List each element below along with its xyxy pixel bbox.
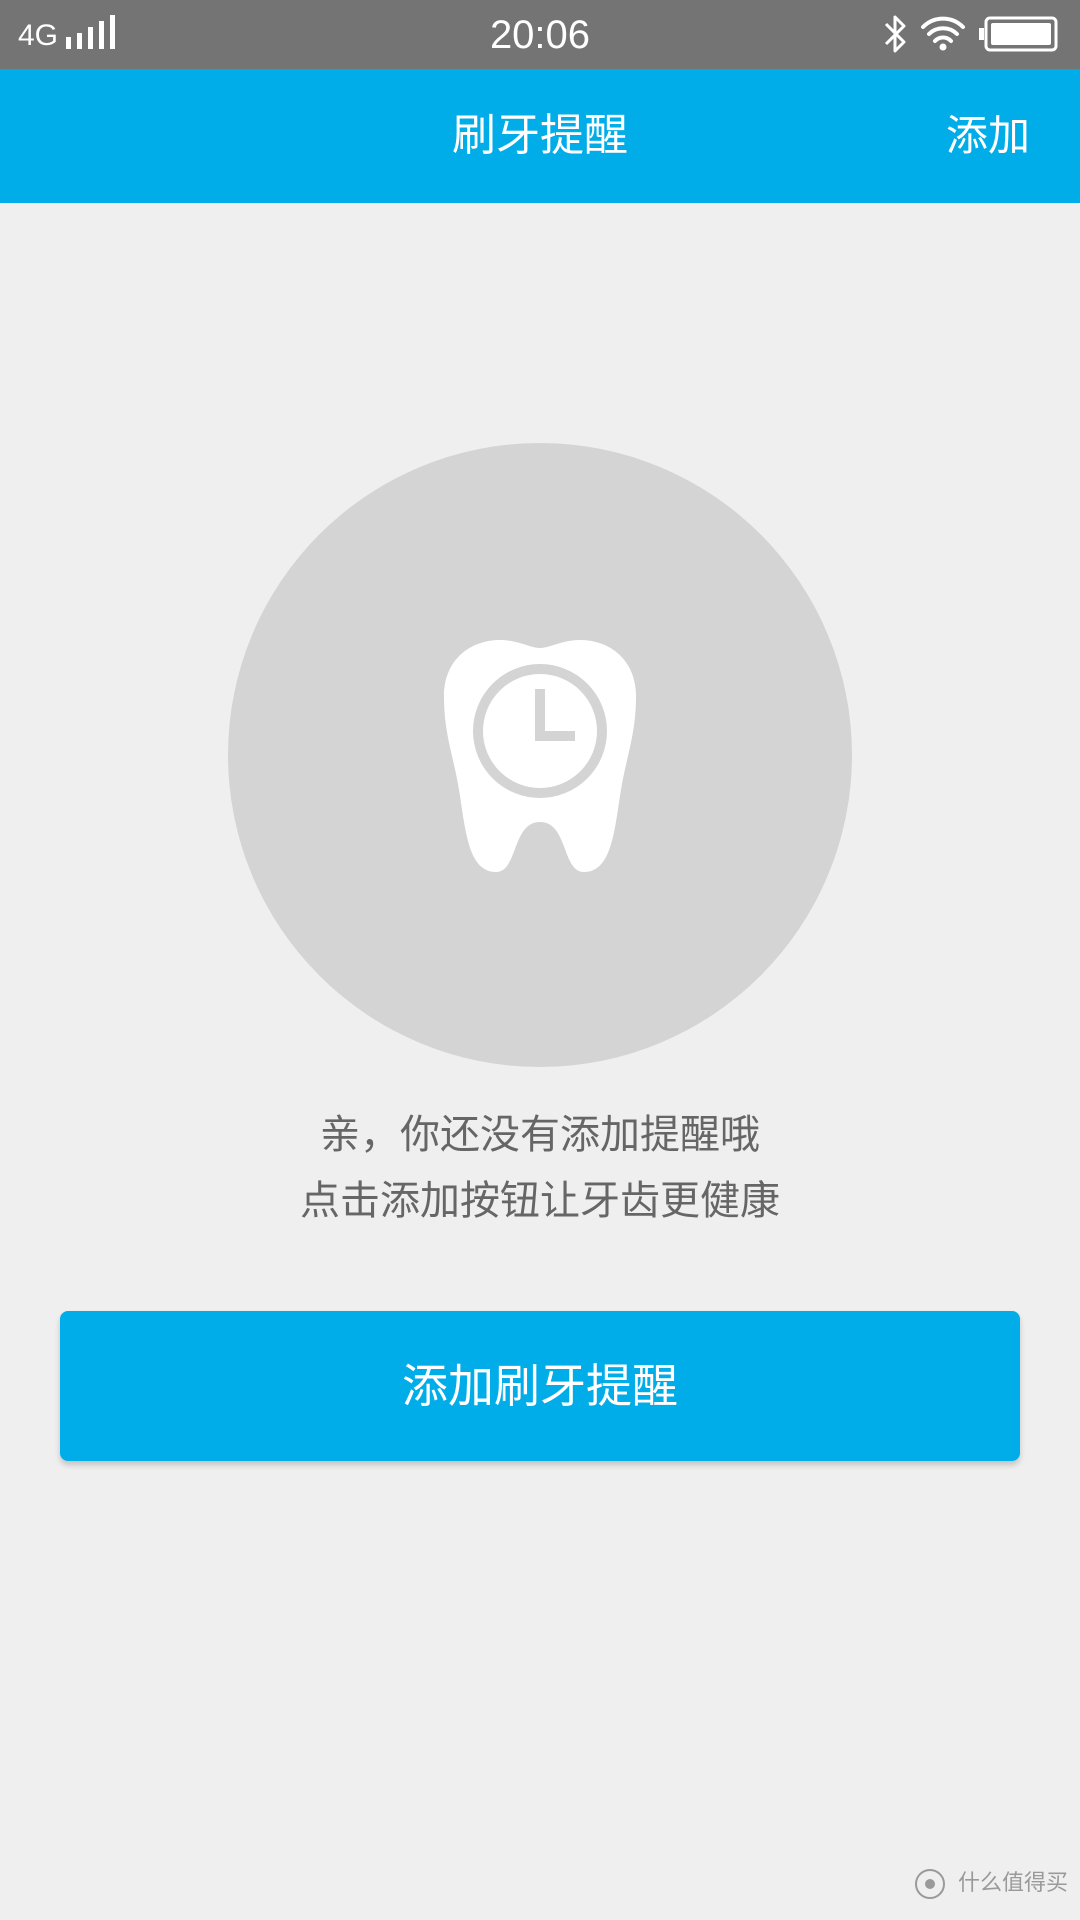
watermark-text: 什么值得买 (957, 1871, 1068, 1896)
watermark: 什么值得买 (914, 1866, 1068, 1902)
status-bar: 4G 20:06 (0, 0, 1080, 69)
screen: 4G 20:06 刷牙提醒 添加 亲，你还没有添加提醒哦 点击添加按钮让牙齿更健… (0, 0, 1080, 1920)
bluetooth-icon (884, 15, 906, 53)
add-button[interactable]: 添加 (946, 69, 1030, 203)
empty-message-line-1: 亲，你还没有添加提醒哦 (320, 1112, 760, 1158)
status-time: 20:06 (489, 13, 591, 57)
watermark-logo-icon (914, 1869, 945, 1899)
add-reminder-button[interactable]: 添加刷牙提醒 (60, 1311, 1020, 1461)
wifi-icon (921, 16, 965, 51)
battery-icon (979, 16, 1058, 52)
empty-message-line-2: 点击添加按钮让牙齿更健康 (300, 1178, 780, 1224)
app-bar: 刷牙提醒 添加 (0, 69, 1080, 203)
page-title: 刷牙提醒 (452, 110, 628, 161)
tooth-clock-icon (444, 640, 636, 872)
